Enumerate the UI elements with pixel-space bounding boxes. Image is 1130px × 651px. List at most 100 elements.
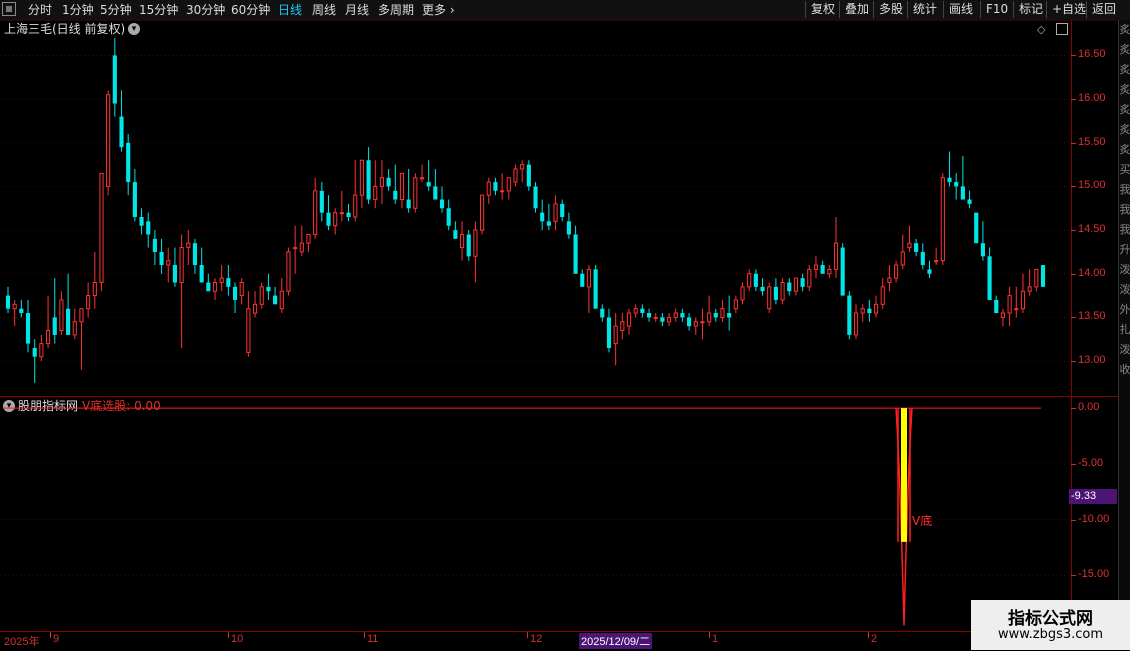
candle bbox=[900, 234, 905, 270]
stock-title[interactable]: 上海三毛(日线 前复权) bbox=[4, 20, 125, 38]
candle bbox=[199, 247, 204, 283]
right-sidebar[interactable]: 炙炙炙炙炙炙炙买我我我升泼泼外扎泼收 bbox=[1118, 20, 1130, 650]
candle bbox=[1034, 268, 1039, 292]
tool-button-7[interactable]: +自选 bbox=[1046, 1, 1091, 18]
period-tab-0[interactable]: 分时 bbox=[28, 2, 52, 18]
candle bbox=[640, 304, 645, 318]
date-label: 11 bbox=[367, 633, 379, 645]
watermark: 指标公式网 www.zbgs3.com bbox=[971, 600, 1130, 650]
candle bbox=[954, 173, 959, 200]
candle bbox=[914, 238, 919, 257]
candle bbox=[827, 265, 832, 279]
candle bbox=[446, 199, 451, 231]
candle bbox=[880, 278, 885, 309]
sidebar-tab[interactable]: 炙 bbox=[1119, 80, 1130, 100]
sidebar-tab[interactable]: 升 bbox=[1119, 240, 1130, 260]
sidebar-tab[interactable]: 扎 bbox=[1119, 320, 1130, 340]
candle bbox=[386, 168, 391, 191]
candle bbox=[733, 295, 738, 314]
candle bbox=[232, 282, 238, 314]
indicator-label: -15.00 bbox=[1078, 568, 1110, 581]
candle bbox=[540, 199, 545, 231]
price-tick bbox=[1071, 361, 1076, 363]
candle bbox=[700, 308, 705, 340]
candle bbox=[807, 265, 812, 292]
sidebar-tab[interactable]: 外 bbox=[1119, 300, 1130, 320]
candlestick-chart[interactable] bbox=[0, 38, 1118, 396]
candle bbox=[399, 172, 405, 209]
period-tab-10[interactable]: 更多 › bbox=[422, 2, 455, 18]
window-menu-icon[interactable] bbox=[2, 2, 16, 16]
period-tab-5[interactable]: 60分钟 bbox=[231, 2, 270, 18]
candle bbox=[146, 212, 151, 248]
watermark-title: 指标公式网 bbox=[1008, 609, 1093, 629]
candle bbox=[66, 273, 71, 335]
date-label: 10 bbox=[231, 633, 244, 645]
candle bbox=[687, 313, 692, 331]
candle bbox=[773, 278, 778, 305]
indicator-tick bbox=[1071, 463, 1076, 465]
candle bbox=[520, 160, 525, 183]
period-tab-2[interactable]: 5分钟 bbox=[100, 2, 132, 18]
candle bbox=[593, 265, 598, 309]
candle bbox=[506, 177, 511, 200]
candle bbox=[192, 238, 198, 274]
tool-button-4[interactable]: 画线 bbox=[943, 1, 978, 18]
v-signal-bar bbox=[901, 408, 907, 542]
sidebar-tab[interactable]: 炙 bbox=[1119, 100, 1130, 120]
candle bbox=[626, 308, 632, 335]
tool-button-2[interactable]: 多股 bbox=[873, 1, 908, 18]
candle bbox=[793, 277, 799, 296]
sidebar-tab[interactable]: 泼 bbox=[1119, 280, 1130, 300]
period-tab-4[interactable]: 30分钟 bbox=[186, 2, 225, 18]
sidebar-tab[interactable]: 炙 bbox=[1119, 40, 1130, 60]
tool-button-5[interactable]: F10 bbox=[980, 1, 1013, 18]
sidebar-tab[interactable]: 买 bbox=[1119, 160, 1130, 180]
indicator-tick bbox=[1071, 575, 1076, 577]
candle bbox=[52, 278, 57, 344]
candle bbox=[293, 225, 298, 274]
diamond-icon[interactable]: ◇ bbox=[1037, 23, 1045, 36]
sidebar-tab[interactable]: 泼 bbox=[1119, 340, 1130, 360]
panel-toggle-icon[interactable] bbox=[1056, 23, 1068, 35]
sidebar-tab[interactable]: 炙 bbox=[1119, 20, 1130, 40]
sidebar-tab[interactable]: 炙 bbox=[1119, 140, 1130, 160]
sidebar-tab[interactable]: 收 bbox=[1119, 360, 1130, 380]
period-tab-7[interactable]: 周线 bbox=[312, 2, 336, 18]
period-tab-1[interactable]: 1分钟 bbox=[62, 2, 94, 18]
indicator-chart[interactable]: V底 bbox=[0, 397, 1118, 631]
date-label: 9 bbox=[53, 633, 60, 645]
period-tab-8[interactable]: 月线 bbox=[345, 2, 369, 18]
candle bbox=[426, 160, 431, 191]
candle bbox=[680, 308, 685, 322]
price-tick bbox=[1071, 230, 1076, 232]
price-tick bbox=[1071, 317, 1076, 319]
sidebar-tab[interactable]: 我 bbox=[1119, 180, 1130, 200]
candle bbox=[219, 265, 224, 292]
period-tab-9[interactable]: 多周期 bbox=[378, 2, 414, 18]
candle bbox=[573, 225, 578, 274]
tool-button-6[interactable]: 标记 bbox=[1013, 1, 1048, 18]
tool-button-0[interactable]: 复权 bbox=[805, 1, 840, 18]
chevron-down-icon[interactable]: ▾ bbox=[128, 23, 140, 35]
tool-button-8[interactable]: 返回 bbox=[1086, 1, 1121, 18]
current-value-badge: -9.33 bbox=[1069, 489, 1117, 504]
candle bbox=[239, 278, 244, 305]
candle bbox=[1020, 273, 1026, 314]
candle bbox=[166, 247, 171, 283]
sidebar-tab[interactable]: 炙 bbox=[1119, 60, 1130, 80]
sidebar-tab[interactable]: 炙 bbox=[1119, 120, 1130, 140]
indicator-label: -10.00 bbox=[1078, 512, 1110, 525]
sidebar-tab[interactable]: 我 bbox=[1119, 200, 1130, 220]
period-tab-6[interactable]: 日线 bbox=[278, 2, 302, 18]
sidebar-tab[interactable]: 泼 bbox=[1119, 260, 1130, 280]
candle bbox=[59, 291, 64, 335]
tool-button-1[interactable]: 叠加 bbox=[839, 1, 874, 18]
candle bbox=[306, 233, 311, 252]
date-tick bbox=[50, 632, 51, 638]
sidebar-tab[interactable]: 我 bbox=[1119, 220, 1130, 240]
date-tick bbox=[527, 632, 528, 638]
candle bbox=[45, 295, 51, 348]
period-tab-3[interactable]: 15分钟 bbox=[139, 2, 178, 18]
tool-button-3[interactable]: 统计 bbox=[907, 1, 942, 18]
